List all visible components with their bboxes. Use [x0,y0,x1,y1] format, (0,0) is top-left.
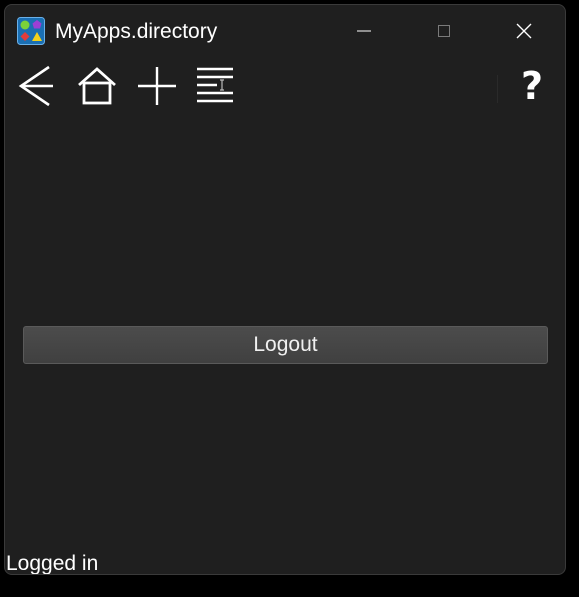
close-button[interactable] [501,13,547,49]
close-icon [516,23,532,39]
app-window: MyApps.directory ? Logout Logged in [4,4,566,575]
maximize-icon [438,25,450,37]
home-button[interactable] [73,61,121,111]
add-button[interactable] [133,61,181,111]
help-icon: ? [520,64,544,108]
toolbar-separator [497,75,498,103]
minimize-icon [357,30,371,32]
title-bar[interactable]: MyApps.directory [5,5,565,57]
home-icon [78,67,116,105]
list-menu-button[interactable] [191,61,239,111]
window-title: MyApps.directory [55,20,218,43]
help-button[interactable]: ? [508,61,556,111]
list-menu-icon [197,67,233,103]
toolbar: ? [5,57,565,117]
app-logo-icon [17,17,45,45]
minimize-button[interactable] [341,13,387,49]
plus-icon [138,67,176,105]
status-text: Logged in [6,552,99,575]
back-arrow-icon [18,65,53,107]
logout-button[interactable]: Logout [23,326,548,364]
back-button[interactable] [11,61,59,111]
maximize-button[interactable] [421,13,467,49]
